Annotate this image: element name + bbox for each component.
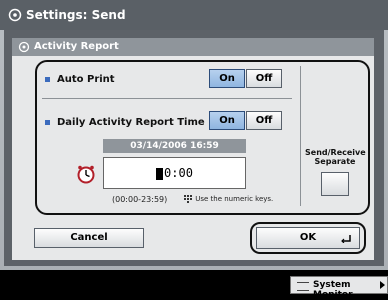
ok-button[interactable]: OK xyxy=(256,227,360,249)
daily-report-label: Daily Activity Report Time xyxy=(45,117,205,128)
time-range-hint: (00:00-23:59) xyxy=(112,195,168,204)
cancel-button[interactable]: Cancel xyxy=(34,228,144,248)
vertical-divider xyxy=(300,66,301,206)
auto-print-off-button[interactable]: Off xyxy=(246,69,282,88)
time-input-value: 0:00 xyxy=(164,166,193,180)
panel-header: Activity Report xyxy=(12,38,374,56)
settings-icon xyxy=(18,41,30,53)
numeric-keys-hint: Use the numeric keys. xyxy=(184,195,273,203)
arrow-right-icon xyxy=(380,281,385,289)
row-divider xyxy=(42,98,292,99)
panel-title: Activity Report xyxy=(34,41,119,52)
ok-label: OK xyxy=(299,232,317,243)
auto-print-text: Auto Print xyxy=(57,74,115,85)
time-input[interactable]: 0:00 xyxy=(103,157,246,189)
enter-icon xyxy=(341,235,351,243)
settings-icon xyxy=(8,8,22,22)
daily-report-text: Daily Activity Report Time xyxy=(57,117,205,128)
send-receive-separate-label: Send/Receive Separate xyxy=(305,148,366,166)
send-receive-separate-button[interactable] xyxy=(321,172,349,196)
daily-report-off-button[interactable]: Off xyxy=(246,111,282,130)
system-monitor-button[interactable]: System Monitor xyxy=(290,276,388,300)
daily-report-on-button[interactable]: On xyxy=(209,111,245,130)
auto-print-on-button[interactable]: On xyxy=(209,69,245,88)
clock-icon xyxy=(77,165,95,184)
auto-print-label: Auto Print xyxy=(45,74,115,85)
numeric-keys-text: Use the numeric keys. xyxy=(195,195,274,203)
monitor-icon xyxy=(297,282,309,291)
title-bar: Settings: Send xyxy=(0,0,388,30)
text-cursor xyxy=(156,167,164,180)
bullet-square xyxy=(45,119,50,125)
page-title: Settings: Send xyxy=(26,8,126,22)
screen: Settings: Send Activity Report Auto Prin… xyxy=(0,0,388,298)
bullet-square xyxy=(45,76,50,82)
keypad-icon xyxy=(184,195,192,203)
system-monitor-label: System Monitor xyxy=(313,280,353,300)
current-datetime: 03/14/2006 16:59 xyxy=(103,139,246,153)
